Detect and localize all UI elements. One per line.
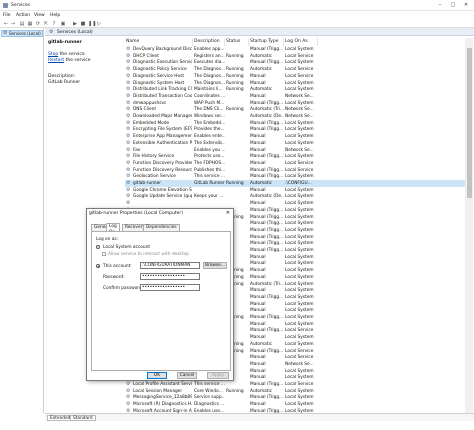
properties-icon[interactable]: ▣ <box>60 21 66 27</box>
restart-icon[interactable]: ▷ <box>96 21 102 27</box>
title-bar: Services – □ ✕ <box>0 0 474 11</box>
log-on-panel: Log on as: Local System account Allow se… <box>91 231 231 371</box>
pane-header: ⚙ Services (Local) <box>45 28 474 36</box>
window-title: Services <box>11 3 30 8</box>
scrollbar-thumb[interactable] <box>466 48 472 198</box>
tree-item-services-local[interactable]: ⚙ Services (Local) <box>1 30 43 37</box>
stop-service-suffix: the service <box>58 52 85 57</box>
service-gear-icon: ⚙ <box>126 173 131 180</box>
service-gear-icon: ⚙ <box>126 126 131 133</box>
start-icon[interactable]: ▶ <box>72 21 78 27</box>
service-gear-icon: ⚙ <box>126 119 131 126</box>
properties-dialog: gitlab-runner Properties (Local Computer… <box>86 208 234 381</box>
confirm-password-label: Confirm password: <box>103 285 144 291</box>
cancel-button[interactable]: Cancel <box>177 372 197 379</box>
stop-service-link[interactable]: Stop <box>48 52 58 57</box>
service-gear-icon: ⚙ <box>126 401 131 408</box>
menu-view[interactable]: View <box>34 13 45 18</box>
service-gear-icon: ⚙ <box>126 180 131 186</box>
service-gear-icon: ⚙ <box>126 113 131 119</box>
restart-service-line: Restart the service <box>48 58 91 63</box>
service-gear-icon: ⚙ <box>126 92 131 99</box>
column-header-name[interactable]: Name <box>125 38 193 46</box>
password-field[interactable]: ••••••••••••••••• <box>140 273 200 280</box>
tree-item-label: Services (Local) <box>9 31 41 36</box>
vertical-scrollbar[interactable] <box>465 38 473 413</box>
gear-icon: ⚙ <box>3 30 8 36</box>
service-gear-icon: ⚙ <box>126 106 131 113</box>
browse-button[interactable]: Browse... <box>203 262 227 269</box>
service-gear-icon: ⚙ <box>126 186 131 193</box>
column-header-startup-type[interactable]: Startup Type <box>249 38 284 46</box>
service-gear-icon: ⚙ <box>126 387 131 394</box>
dialog-close-icon[interactable]: ✕ <box>226 210 230 216</box>
service-gear-icon: ⚙ <box>126 99 131 106</box>
service-gear-icon: ⚙ <box>126 146 131 153</box>
account-field[interactable]: .\CONFIGURATIONMAN <box>140 262 200 269</box>
column-header-description[interactable]: Description <box>193 38 225 46</box>
menu-action[interactable]: Action <box>16 13 30 18</box>
service-gear-icon: ⚙ <box>126 79 131 86</box>
local-system-label: Local System account <box>103 244 151 250</box>
console-tree: ⚙ Services (Local) <box>0 28 44 413</box>
allow-desktop-checkbox[interactable] <box>102 252 106 256</box>
service-gear-icon: ⚙ <box>126 166 131 173</box>
service-gear-icon: ⚙ <box>126 46 131 52</box>
dialog-title: gitlab-runner Properties (Local Computer… <box>89 211 183 216</box>
menu-help[interactable]: Help <box>50 13 60 18</box>
tab-standard[interactable]: Standard <box>70 415 96 421</box>
service-gear-icon: ⚙ <box>126 59 131 66</box>
view-tabs: Extended Standard <box>45 413 474 421</box>
service-gear-icon: ⚙ <box>126 193 131 200</box>
stop-icon[interactable]: ■ <box>80 21 86 27</box>
help-icon[interactable]: ? <box>51 21 57 27</box>
password-label: Password: <box>103 274 125 280</box>
selected-service-name: gitlab-runner <box>48 40 82 45</box>
service-gear-icon: ⚙ <box>126 52 131 59</box>
export-icon[interactable]: ⇱ <box>43 21 49 27</box>
menu-file[interactable]: File <box>3 13 11 18</box>
service-gear-icon: ⚙ <box>126 381 131 387</box>
gear-icon: ⚙ <box>49 29 54 35</box>
this-account-radio[interactable] <box>96 264 100 268</box>
refresh-icon[interactable]: ⟳ <box>35 21 41 27</box>
service-gear-icon: ⚙ <box>126 200 131 207</box>
log-on-as-label: Log on as: <box>96 237 119 242</box>
tab-log-on[interactable]: Log On <box>106 223 120 235</box>
column-header-status[interactable]: Status <box>225 38 249 46</box>
service-gear-icon: ⚙ <box>126 133 131 140</box>
column-header-log-on-as[interactable]: Log On As <box>284 38 318 46</box>
description-text: GitLab Runner <box>48 80 81 85</box>
allow-desktop-label: Allow service to interact with desktop <box>108 251 189 257</box>
back-icon[interactable]: ← <box>3 21 9 27</box>
list-icon[interactable]: ▦ <box>27 21 33 27</box>
toolbar: ← → ▤ ▦ ⟳ ⇱ ? ▣ ▶ ■ ❚❚ ▷ <box>0 19 474 28</box>
services-app-icon <box>3 3 8 8</box>
menu-bar: File Action View Help <box>0 11 474 19</box>
service-gear-icon: ⚙ <box>126 66 131 73</box>
pause-icon[interactable]: ❚❚ <box>88 21 96 27</box>
this-account-label: This account: <box>103 263 132 269</box>
local-system-radio[interactable] <box>96 245 100 249</box>
service-gear-icon: ⚙ <box>126 72 131 79</box>
service-gear-icon: ⚙ <box>126 139 131 146</box>
tab-dependencies[interactable]: Dependencies <box>143 224 180 231</box>
service-gear-icon: ⚙ <box>126 159 131 166</box>
service-gear-icon: ⚙ <box>126 394 131 401</box>
maximize-button[interactable]: □ <box>447 1 459 10</box>
service-gear-icon: ⚙ <box>126 86 131 93</box>
apply-button[interactable]: Apply <box>207 372 229 379</box>
close-button[interactable]: ✕ <box>460 1 472 10</box>
confirm-password-field[interactable]: ••••••••••••••••• <box>140 284 200 291</box>
forward-icon[interactable]: → <box>10 21 16 27</box>
description-label: Description: <box>48 74 76 79</box>
service-gear-icon: ⚙ <box>126 153 131 160</box>
minimize-button[interactable]: – <box>434 1 446 10</box>
ok-button[interactable]: OK <box>147 372 167 379</box>
stop-service-line: Stop the service <box>48 52 85 57</box>
restart-service-suffix: the service <box>64 58 91 63</box>
console-tree-icon[interactable]: ▤ <box>19 21 25 27</box>
restart-service-link[interactable]: Restart <box>48 58 64 63</box>
pane-header-title: Services (Local) <box>57 29 93 35</box>
